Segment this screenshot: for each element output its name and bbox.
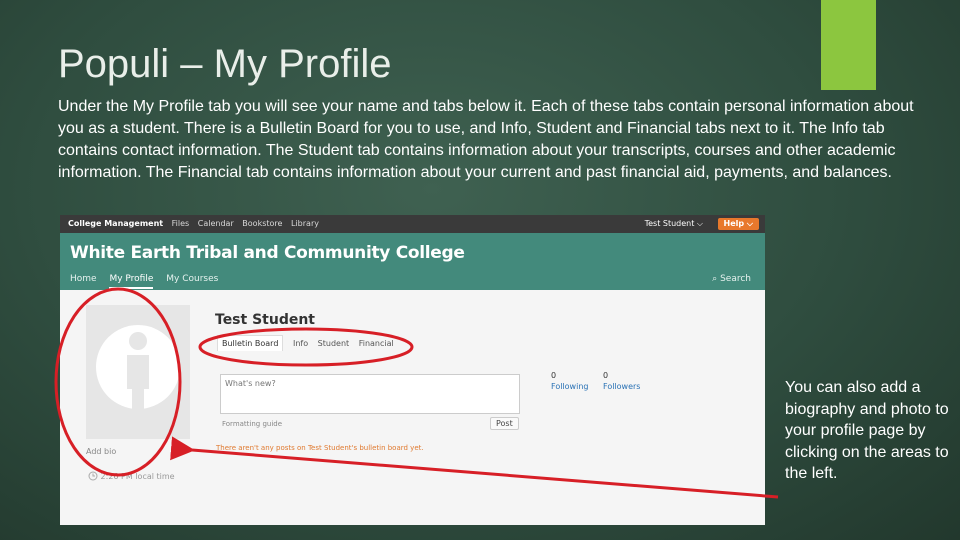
annotation-overlay bbox=[54, 287, 779, 499]
photo-highlight-circle bbox=[54, 287, 182, 477]
pointer-arrow bbox=[170, 436, 779, 499]
tabs-highlight-circle bbox=[198, 327, 414, 367]
